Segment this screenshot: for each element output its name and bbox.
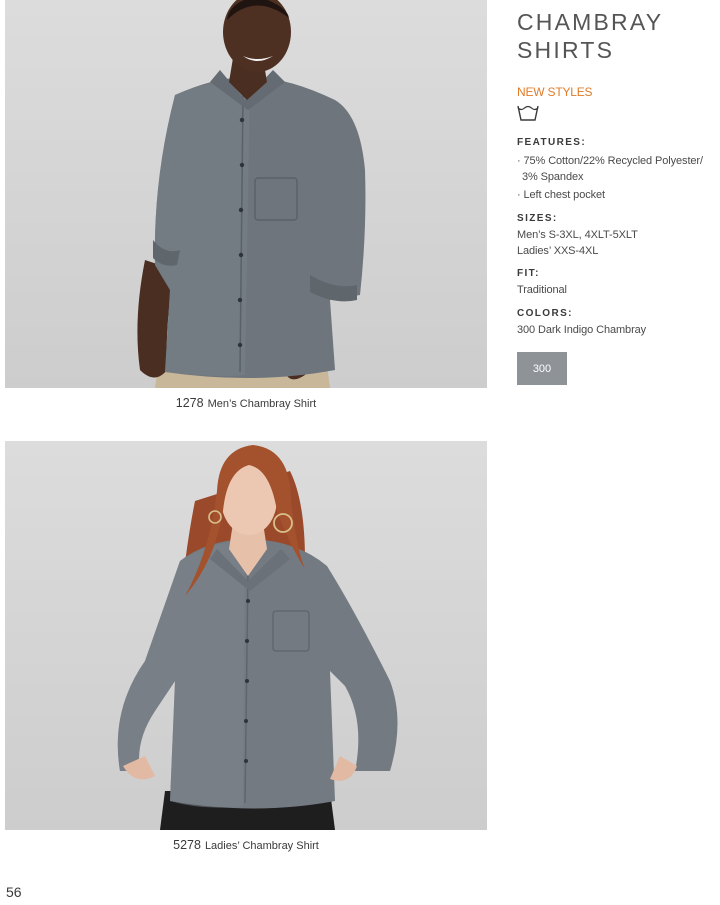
colors-label: COLORS: xyxy=(517,308,573,319)
product-number: 5278 xyxy=(173,838,201,852)
page-number: 56 xyxy=(6,884,22,900)
fit-label: FIT: xyxy=(517,268,540,279)
size-line: Men’s S-3XL, 4XLT-5XLT xyxy=(517,229,638,241)
sizes-list: Men’s S-3XL, 4XLT-5XLT Ladies’ XXS-4XL xyxy=(517,227,638,259)
sizes-label: SIZES: xyxy=(517,213,558,224)
product-name: Ladies’ Chambray Shirt xyxy=(204,840,319,852)
feature-item: · Left chest pocket xyxy=(517,189,605,201)
fit-value: Traditional xyxy=(517,284,567,296)
ladies-shirt-photo xyxy=(5,441,487,830)
product-name: Men’s Chambray Shirt xyxy=(207,398,317,410)
page-title: CHAMBRAY SHIRTS xyxy=(517,8,717,64)
wash-tub-icon xyxy=(517,105,539,121)
new-styles-label: NEW STYLES xyxy=(517,85,593,99)
feature-item: 3% Spandex xyxy=(522,171,584,183)
swatch-code: 300 xyxy=(532,362,552,375)
feature-item: · 75% Cotton/22% Recycled Polyester/ xyxy=(517,155,703,167)
title-line-1: CHAMBRAY xyxy=(517,9,664,35)
mens-shirt-caption: 1278 Men’s Chambray Shirt xyxy=(5,396,487,410)
ladies-shirt-caption: 5278 Ladies’ Chambray Shirt xyxy=(5,838,487,852)
mens-shirt-photo xyxy=(5,0,487,388)
colors-value: 300 Dark Indigo Chambray xyxy=(517,324,647,336)
features-list: · 75% Cotton/22% Recycled Polyester/ 3% … xyxy=(517,153,703,203)
color-swatch-300[interactable]: 300 xyxy=(517,352,567,385)
title-line-2: SHIRTS xyxy=(517,37,615,63)
features-label: FEATURES: xyxy=(517,137,587,148)
size-line: Ladies’ XXS-4XL xyxy=(517,245,599,257)
product-number: 1278 xyxy=(175,396,204,410)
